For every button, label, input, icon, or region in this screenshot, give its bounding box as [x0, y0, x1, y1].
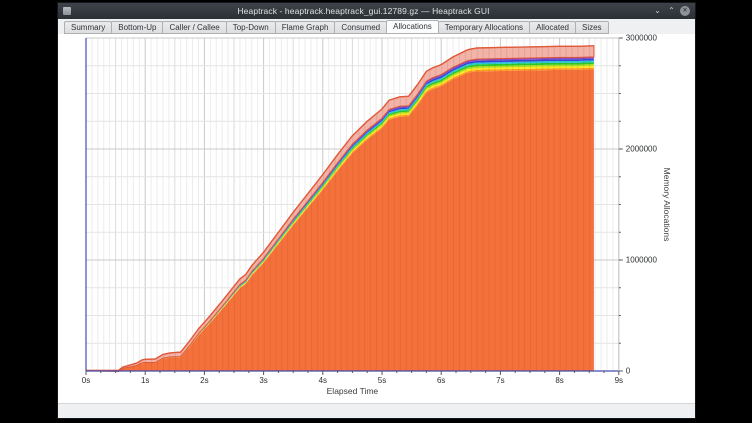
window-title: Heaptrack - heaptrack.heaptrack_gui.1278… [75, 6, 652, 16]
svg-text:5s: 5s [378, 376, 386, 385]
svg-text:8s: 8s [555, 376, 563, 385]
window-icon [63, 7, 71, 15]
svg-text:Memory Allocations: Memory Allocations [662, 168, 672, 242]
svg-text:0s: 0s [82, 376, 90, 385]
svg-text:3s: 3s [259, 376, 267, 385]
tab-consumed[interactable]: Consumed [334, 21, 387, 34]
svg-text:6s: 6s [437, 376, 445, 385]
svg-text:2s: 2s [200, 376, 208, 385]
tab-allocations[interactable]: Allocations [386, 20, 439, 34]
tab-sizes[interactable]: Sizes [575, 21, 609, 34]
tab-top-down[interactable]: Top-Down [226, 21, 276, 34]
heaptrack-window: Heaptrack - heaptrack.heaptrack_gui.1278… [57, 2, 696, 419]
window-controls: ⌄ ⌃ ✕ [652, 5, 690, 17]
tab-caller-callee[interactable]: Caller / Callee [162, 21, 226, 34]
tab-summary[interactable]: Summary [64, 21, 112, 34]
svg-text:4s: 4s [319, 376, 327, 385]
tab-bar: SummaryBottom-UpCaller / CalleeTop-DownF… [58, 19, 695, 34]
allocations-chart: 0s 1s 2s 3s 4s 5s 6s 7s 8s 9s0 1000000 2000000 30000… [58, 34, 695, 404]
tab-flame-graph[interactable]: Flame Graph [275, 21, 336, 34]
tab-allocated[interactable]: Allocated [529, 21, 576, 34]
svg-text:9s: 9s [615, 376, 623, 385]
maximize-icon[interactable]: ⌃ [666, 5, 677, 17]
svg-text:Elapsed Time: Elapsed Time [327, 386, 379, 396]
desktop-background: { "window": { "title": "Heaptrack - heap… [0, 0, 752, 423]
svg-text:3000000: 3000000 [626, 34, 658, 43]
tab-content-allocations: 0s 1s 2s 3s 4s 5s 6s 7s 8s 9s0 1000000 2000000 30000… [58, 34, 695, 403]
close-icon[interactable]: ✕ [680, 6, 690, 16]
minimize-icon[interactable]: ⌄ [652, 5, 663, 17]
tab-temporary-allocations[interactable]: Temporary Allocations [438, 21, 530, 34]
tab-bottom-up[interactable]: Bottom-Up [111, 21, 163, 34]
svg-text:0: 0 [626, 367, 631, 376]
svg-text:2000000: 2000000 [626, 145, 658, 154]
svg-text:1000000: 1000000 [626, 256, 658, 265]
status-bar [58, 403, 695, 418]
titlebar[interactable]: Heaptrack - heaptrack.heaptrack_gui.1278… [58, 3, 695, 19]
svg-text:7s: 7s [496, 376, 504, 385]
svg-text:1s: 1s [141, 376, 149, 385]
